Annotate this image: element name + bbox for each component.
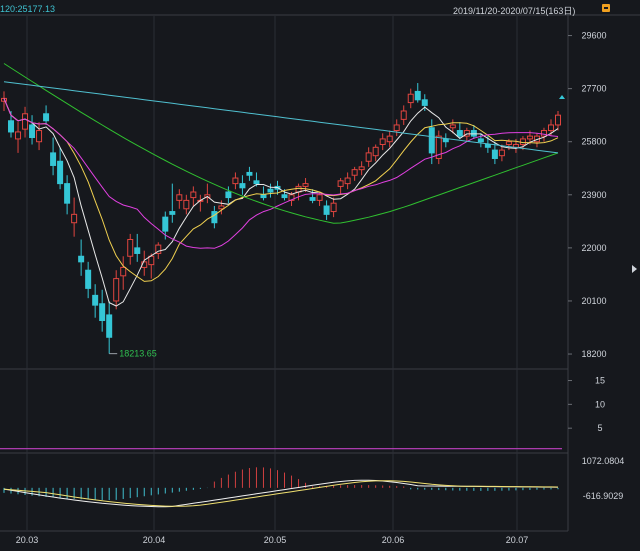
- candle-body: [428, 127, 435, 154]
- candle-body: [456, 130, 463, 137]
- candle-body: [302, 183, 309, 187]
- candle-body: [218, 205, 225, 210]
- candle-body: [414, 90, 421, 101]
- candle-body: [92, 294, 99, 306]
- candle-body: [36, 130, 43, 143]
- candle-body: [148, 255, 155, 266]
- candle-body: [176, 194, 183, 201]
- candle-body: [183, 199, 190, 210]
- candle-body: [267, 188, 274, 193]
- macd-tick-label: 1072.0804: [582, 456, 625, 466]
- calendar-icon[interactable]: [602, 4, 610, 12]
- candle-body: [232, 177, 239, 185]
- ma-readout: 120:25177.13: [0, 4, 56, 14]
- candle-body: [379, 138, 386, 146]
- candle-body: [127, 238, 134, 257]
- candle-body: [330, 202, 337, 213]
- date-range-label: 2019/11/20-2020/07/15(163日): [453, 6, 576, 16]
- candle-body: [372, 146, 379, 157]
- candle-body: [246, 171, 253, 176]
- candle-body: [134, 247, 141, 254]
- candle-body: [449, 124, 456, 129]
- x-tick-label: 20.07: [506, 535, 529, 545]
- candle-body: [442, 138, 449, 143]
- candle-body: [260, 194, 267, 199]
- candle-body: [344, 177, 351, 185]
- candle-body: [407, 93, 414, 104]
- x-tick-label: 20.05: [264, 535, 287, 545]
- candle-body: [519, 138, 526, 146]
- candle-body: [358, 166, 365, 171]
- stock-chart: 20.03 20.04 20.05 20.06 20.07 29600 27700 25800…: [0, 14, 640, 545]
- volume-tick-label: 5: [597, 423, 602, 433]
- price-tick-label: 22000: [581, 243, 606, 253]
- candle-body: [169, 211, 176, 215]
- candle-body: [225, 191, 232, 199]
- macd-tick-label: -616.9029: [583, 491, 624, 501]
- candle-body: [309, 197, 316, 201]
- candle-body: [365, 152, 372, 162]
- candle-body: [99, 303, 106, 322]
- candle-body: [253, 180, 260, 185]
- candle-body: [22, 113, 29, 130]
- candle-body: [555, 114, 561, 126]
- candle-body: [8, 120, 15, 133]
- candle-body: [316, 194, 323, 201]
- x-tick-label: 20.06: [382, 535, 405, 545]
- candle-body: [113, 278, 120, 302]
- candle-body: [162, 216, 169, 232]
- candle-body: [351, 169, 358, 176]
- candle-body: [505, 141, 512, 146]
- candle-body: [400, 110, 407, 120]
- last-price-marker: [559, 95, 565, 99]
- candle-body: [120, 266, 127, 277]
- candle-body: [281, 194, 288, 199]
- volume-tick-label: 15: [595, 376, 605, 386]
- candle-body: [71, 213, 78, 224]
- candle-body: [491, 149, 498, 159]
- candle-body: [50, 152, 57, 166]
- candle-body: [106, 314, 113, 338]
- candle-body: [43, 113, 50, 122]
- candle-body: [393, 124, 400, 132]
- price-tick-label: 18200: [581, 349, 606, 359]
- candle-body: [540, 130, 547, 137]
- macd-dea-line: [3, 480, 559, 507]
- candle-body: [64, 183, 71, 204]
- ma120-line: [3, 81, 559, 154]
- candle-body: [498, 149, 505, 157]
- candle-body: [547, 124, 554, 132]
- candle-body: [323, 205, 330, 215]
- price-tick-label: 23900: [581, 190, 606, 200]
- price-tick-label: 20100: [581, 296, 606, 306]
- candle-body: [211, 211, 218, 224]
- candle-body: [57, 160, 64, 185]
- ma60-line: [3, 63, 559, 224]
- candle-body: [29, 124, 36, 139]
- x-tick-label: 20.03: [16, 535, 39, 545]
- candle-body: [386, 135, 393, 143]
- x-tick-label: 20.04: [143, 535, 166, 545]
- candle-body: [78, 255, 85, 263]
- candle-body: [15, 131, 22, 140]
- candle-body: [239, 183, 246, 189]
- volume-tick-label: 10: [595, 399, 605, 409]
- price-tick-label: 27700: [581, 84, 606, 94]
- candle-body: [477, 138, 484, 143]
- candle-body: [190, 191, 197, 199]
- expand-arrow-icon[interactable]: [632, 265, 637, 273]
- candle-body: [85, 269, 92, 289]
- low-annotation-label: 18213.65: [119, 349, 157, 359]
- candle-body: [470, 130, 477, 137]
- candle-body: [337, 180, 344, 187]
- candle-body: [484, 144, 491, 148]
- candle-body: [526, 135, 533, 140]
- candle-body: [421, 99, 428, 106]
- price-tick-label: 29600: [581, 31, 606, 41]
- price-tick-label: 25800: [581, 137, 606, 147]
